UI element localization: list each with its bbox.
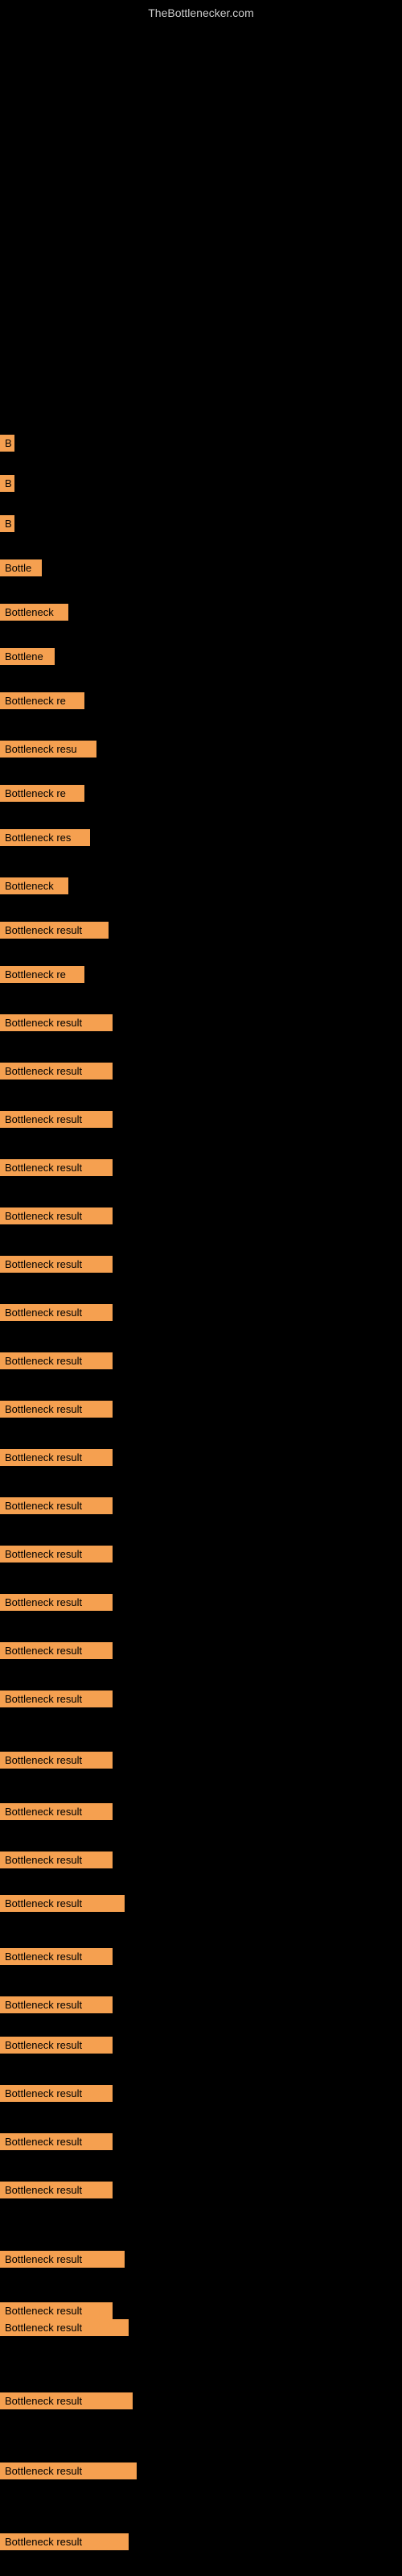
bottleneck-result-item: Bottleneck result [0, 2462, 137, 2479]
bottleneck-result-item: Bottleneck result [0, 1803, 113, 1820]
bottleneck-result-item: Bottleneck re [0, 785, 84, 802]
bottleneck-result-item: Bottleneck result [0, 1352, 113, 1369]
bottleneck-result-item: Bottleneck result [0, 1208, 113, 1224]
bottleneck-result-item: Bottleneck result [0, 1642, 113, 1659]
bottleneck-result-item: Bottleneck result [0, 922, 109, 939]
bottleneck-result-item: Bottleneck result [0, 1063, 113, 1080]
bottleneck-result-item: Bottleneck result [0, 2533, 129, 2550]
bottleneck-result-item: Bottleneck result [0, 1401, 113, 1418]
bottleneck-result-item: Bottleneck result [0, 1948, 113, 1965]
bottleneck-result-item: B [0, 515, 14, 532]
bottleneck-result-item: Bottleneck result [0, 1852, 113, 1868]
bottleneck-result-item: Bottleneck result [0, 2037, 113, 2054]
bottleneck-result-item: B [0, 435, 14, 452]
bottleneck-result-item: Bottleneck result [0, 1014, 113, 1031]
bottleneck-result-item: Bottleneck [0, 877, 68, 894]
bottleneck-result-item: Bottleneck [0, 604, 68, 621]
bottleneck-result-item: Bottleneck result [0, 1752, 113, 1769]
bottleneck-result-item: Bottleneck result [0, 2319, 129, 2336]
bottleneck-result-item: Bottleneck result [0, 1159, 113, 1176]
bottleneck-result-item: Bottleneck result [0, 1111, 113, 1128]
bottleneck-result-item: Bottleneck result [0, 1895, 125, 1912]
bottleneck-result-item: Bottleneck result [0, 1449, 113, 1466]
bottleneck-result-item: Bottleneck result [0, 1546, 113, 1563]
bottleneck-result-item: Bottleneck re [0, 966, 84, 983]
bottleneck-result-item: Bottleneck result [0, 2251, 125, 2268]
bottleneck-result-item: Bottleneck result [0, 1996, 113, 2013]
bottleneck-result-item: Bottleneck result [0, 1497, 113, 1514]
bottleneck-result-item: Bottleneck result [0, 1304, 113, 1321]
bottleneck-result-item: Bottleneck result [0, 2085, 113, 2102]
bottleneck-result-item: Bottleneck result [0, 1594, 113, 1611]
bottleneck-result-item: Bottleneck resu [0, 741, 96, 758]
bottleneck-result-item: Bottleneck result [0, 2133, 113, 2150]
site-title: TheBottlenecker.com [148, 6, 254, 19]
bottleneck-result-item: Bottleneck result [0, 2182, 113, 2198]
bottleneck-result-item: Bottleneck result [0, 2302, 113, 2319]
bottleneck-result-item: Bottleneck re [0, 692, 84, 709]
bottleneck-result-item: Bottlene [0, 648, 55, 665]
bottleneck-result-item: Bottle [0, 559, 42, 576]
bottleneck-result-item: Bottleneck result [0, 1256, 113, 1273]
bottleneck-result-item: Bottleneck res [0, 829, 90, 846]
bottleneck-result-item: Bottleneck result [0, 2392, 133, 2409]
bottleneck-result-item: B [0, 475, 14, 492]
bottleneck-result-item: Bottleneck result [0, 1690, 113, 1707]
